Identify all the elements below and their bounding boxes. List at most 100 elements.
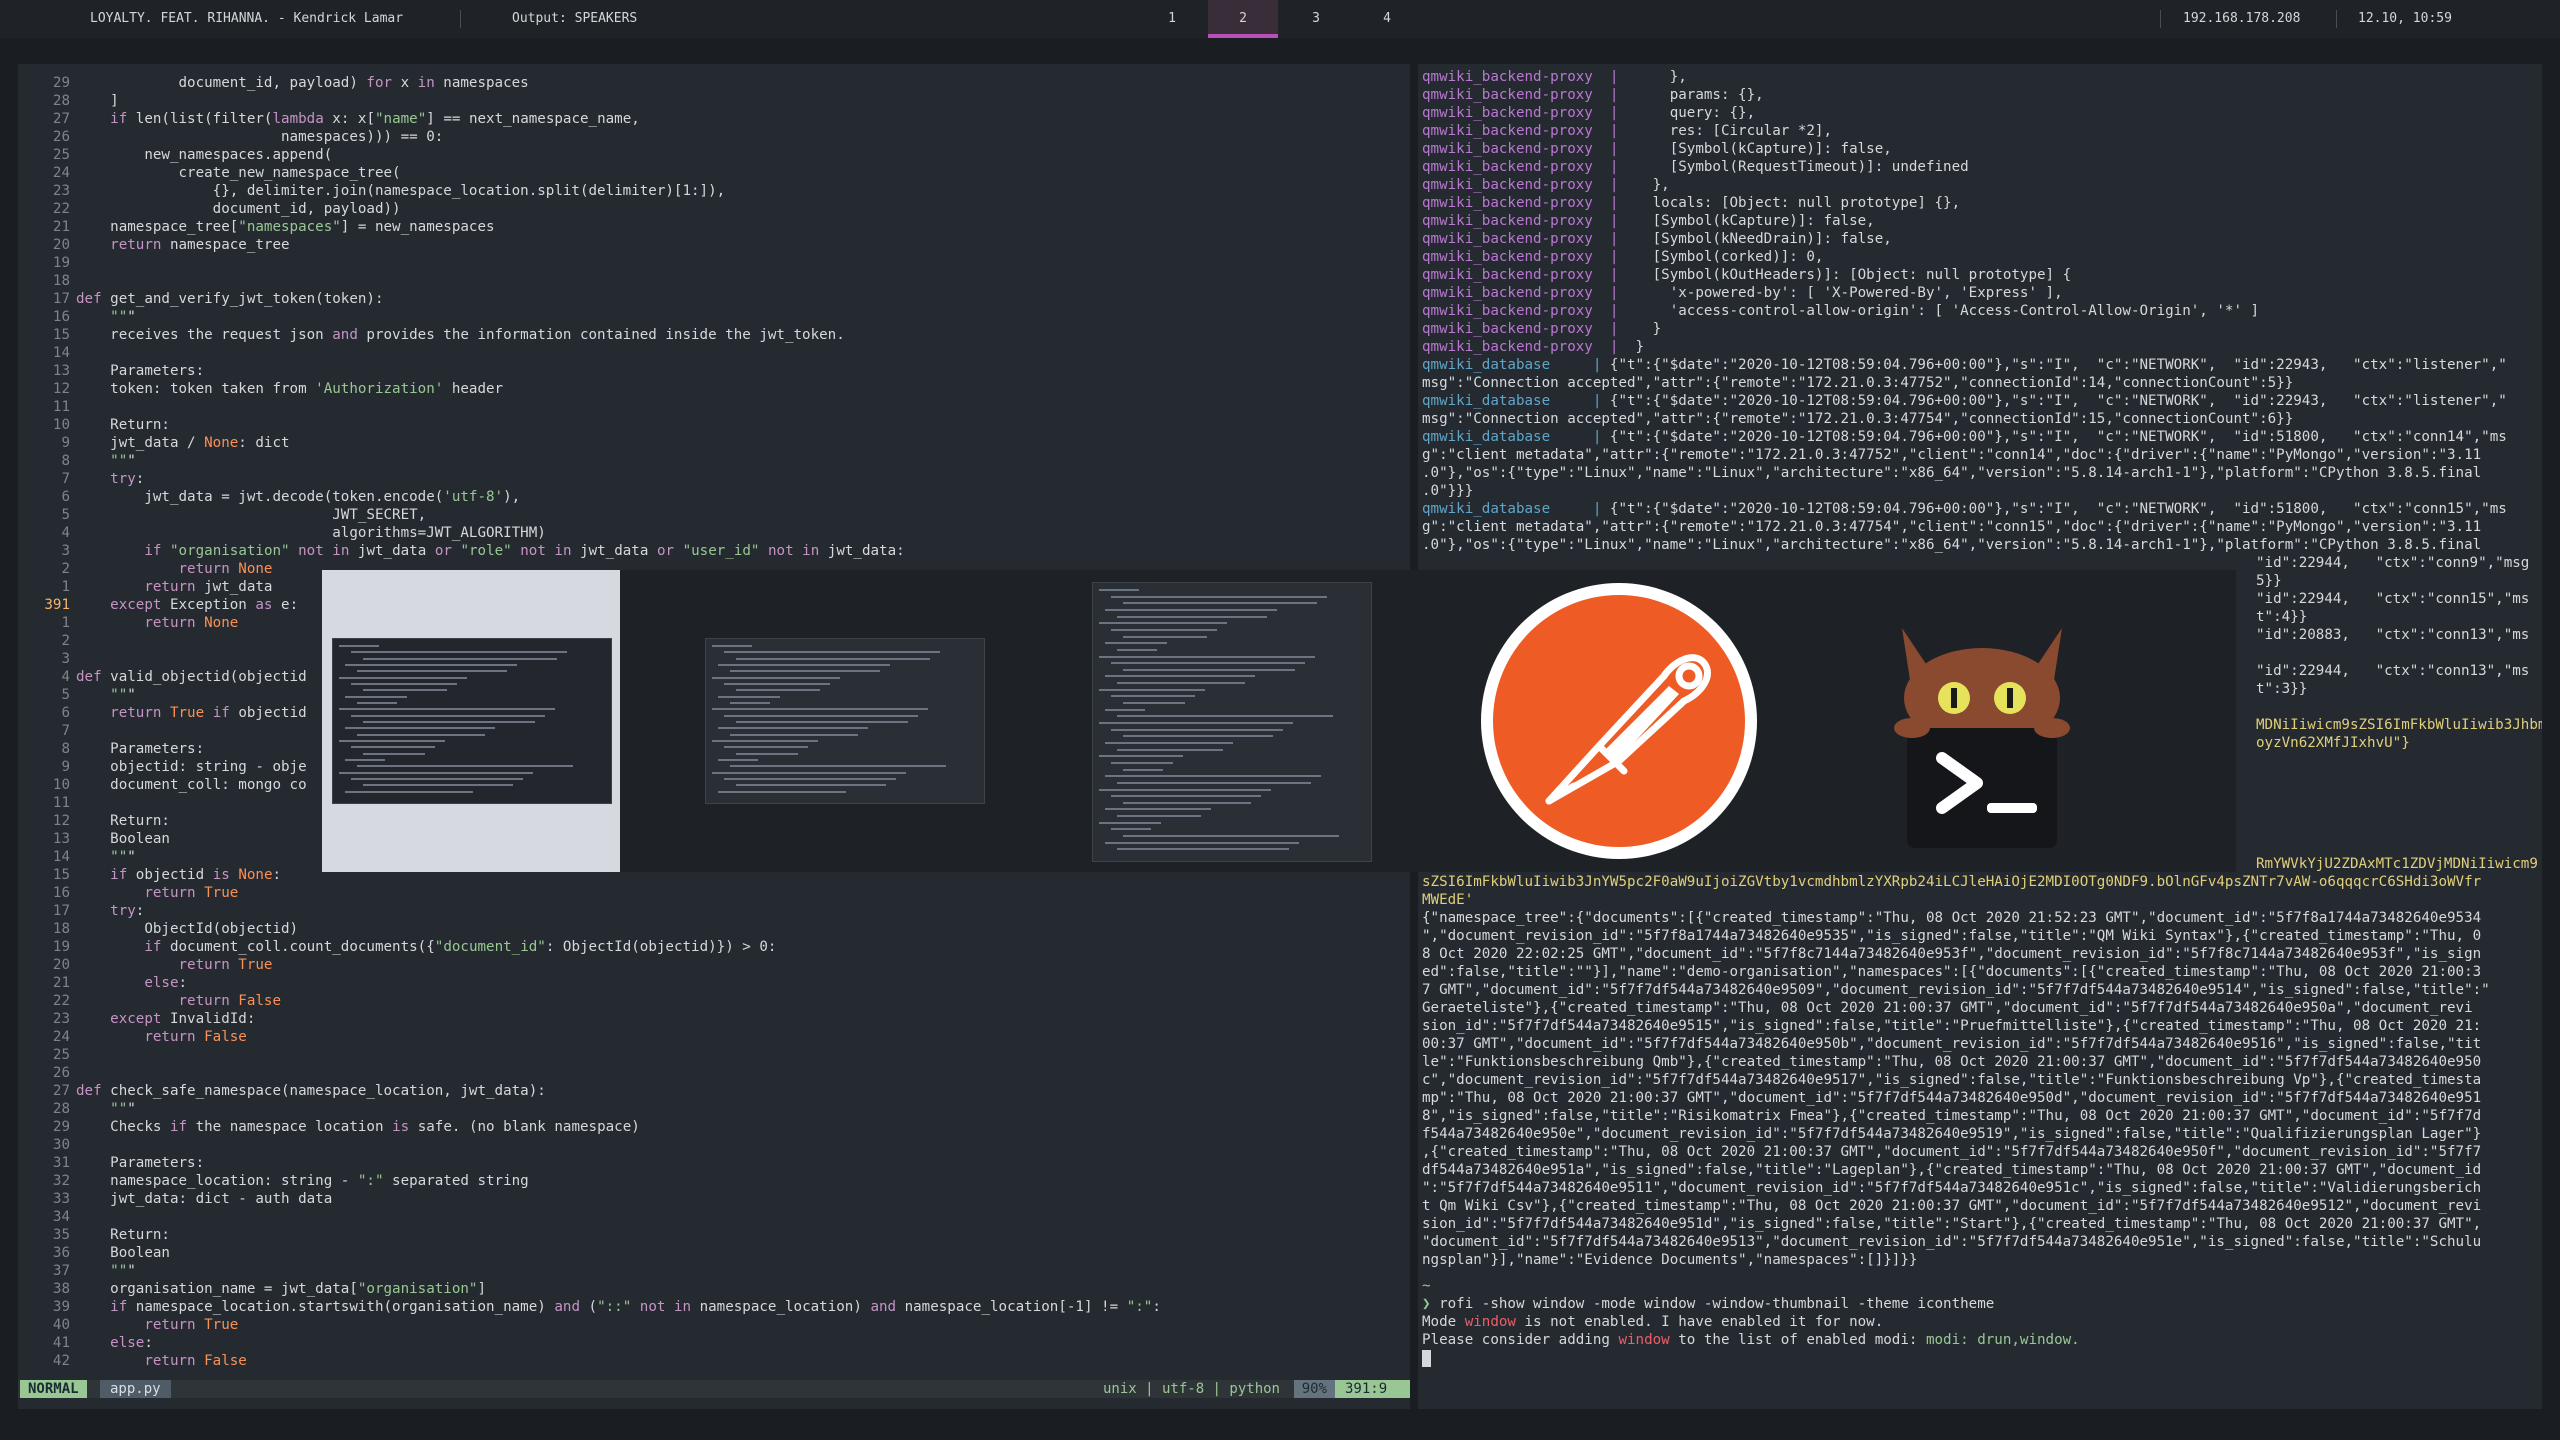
line-number: 34 (52, 1209, 70, 1225)
workspace-1[interactable]: 1 (1137, 0, 1207, 38)
thumbnail-text-line (736, 784, 886, 787)
line-number: 22 (52, 201, 70, 217)
workspace-4[interactable]: 4 (1352, 0, 1422, 38)
line-number: 4 (61, 669, 70, 685)
code-text: ObjectId(objectid) (76, 921, 299, 937)
terminal-line: le":"Funktionsbeschreibung Qmb"},{"creat… (1422, 1054, 2482, 1070)
window-thumbnail-selected[interactable] (322, 570, 620, 872)
thumbnail-text-line (730, 670, 880, 673)
code-text: document_id, payload)) (76, 201, 401, 217)
workspace-3[interactable]: 3 (1281, 0, 1351, 38)
vim-fileinfo: unix | utf-8 | python (1102, 1381, 1280, 1397)
terminal-line: mp":"Thu, 08 Oct 2020 21:00:37 GMT","doc… (1422, 1090, 2482, 1106)
terminal-line: "id":22944, "ctx":"conn13","ms (2256, 663, 2530, 679)
code-text: """ (110, 309, 136, 325)
line-number: 42 (52, 1353, 70, 1369)
now-playing: LOYALTY. FEAT. RIHANNA. - Kendrick Lamar (90, 11, 404, 26)
vim-mode: NORMAL (20, 1380, 87, 1398)
terminal-line: RmYWVkYjU2ZDAxMTc1ZDVjMDNiIiwicm9 (2256, 856, 2538, 872)
thumbnail-text-line (1117, 648, 1157, 651)
line-number: 25 (52, 147, 70, 163)
workspace-2[interactable]: 2 (1208, 0, 1278, 38)
terminal-line: sZSI6ImFkbWluIiwib3JnYW5pc2F0aW9uIjoiZGV… (1422, 874, 2482, 890)
thumbnail-text-line (1099, 688, 1205, 691)
thumbnail-text-line (1105, 841, 1299, 844)
thumbnail-text-line (736, 721, 908, 723)
window-thumbnail[interactable] (705, 570, 1003, 872)
line-number: 3 (61, 543, 70, 559)
bar-separator (460, 10, 461, 28)
thumbnail-text-line (357, 702, 397, 704)
terminal-line: qmwiki_backend-proxy | [Symbol(kCapture)… (1422, 213, 1875, 229)
thumbnail-text-line (736, 752, 798, 755)
line-number: 18 (52, 273, 70, 289)
line-number: 24 (52, 1029, 70, 1045)
thumbnail-text-line (1099, 821, 1161, 824)
terminal-prompt: ❯ rofi -show window -mode window -window… (1422, 1296, 1995, 1312)
thumbnail-text-line (363, 657, 557, 660)
thumbnail-text-line (1111, 595, 1327, 598)
line-number: 20 (52, 237, 70, 253)
line-number: 27 (52, 1083, 70, 1099)
terminal-line: qmwiki_backend-proxy | [Symbol(kOutHeade… (1422, 267, 2072, 283)
terminal-line: qmwiki_database | {"t":{"$date":"2020-10… (1422, 501, 2507, 517)
code-text: ] (76, 93, 119, 109)
thumbnail-text-line (724, 683, 830, 685)
terminal-line: sion_id":"5f7f7df544a73482640e951d","is_… (1422, 1216, 2482, 1232)
code-text: return jwt_data (144, 579, 273, 595)
line-number: 17 (52, 903, 70, 919)
line-number: 6 (61, 705, 70, 721)
line-number: 13 (52, 831, 70, 847)
thumbnail-preview (1092, 582, 1372, 862)
thumbnail-text-line (339, 771, 533, 774)
terminal-line: t":4}} (2256, 609, 2308, 625)
thumbnail-text-line (351, 746, 435, 749)
thumbnail-text-line (363, 689, 447, 692)
line-number: 391 (44, 597, 70, 613)
line-number: 18 (52, 921, 70, 937)
window-thumbnail[interactable] (1092, 570, 1390, 872)
audio-output: Output: SPEAKERS (512, 11, 638, 26)
line-number: 2 (61, 561, 70, 577)
thumbnail-text-line (724, 746, 808, 749)
code-text: else: (144, 975, 188, 991)
line-number: 23 (52, 183, 70, 199)
code-text: Parameters: (76, 1155, 205, 1171)
terminal-line: ngsplan"}],"name":"Evidence Documents","… (1422, 1252, 1918, 1268)
line-number: 19 (52, 939, 70, 955)
line-number: 41 (52, 1335, 70, 1351)
code-text: return False (178, 993, 282, 1009)
line-number: 29 (52, 75, 70, 91)
code-text: return True if objectid (110, 705, 307, 721)
thumbnail-text-line (345, 695, 407, 698)
terminal-line: t":3}} (2256, 681, 2308, 697)
code-text: if objectid is None: (110, 867, 282, 883)
terminal-line: qmwiki_backend-proxy | } (1422, 321, 1662, 337)
code-text: algorithms=JWT_ALGORITHM) (76, 525, 546, 541)
terminal-line: ,{"created_timestamp":"Thu, 08 Oct 2020 … (1422, 1144, 2482, 1160)
code-text: """ (110, 453, 136, 469)
thumbnail-text-line (1111, 695, 1195, 698)
thumbnail-text-line (345, 790, 473, 793)
terminal-line: 7 GMT","document_id":"5f7f7df544a7348264… (1422, 982, 2490, 998)
code-text: return None (178, 561, 273, 577)
postman-icon[interactable] (1479, 581, 1759, 861)
line-number: 16 (52, 885, 70, 901)
thumbnail-text-line (718, 790, 846, 793)
bar-separator (2336, 10, 2337, 28)
line-number: 25 (52, 1047, 70, 1063)
thumbnail-text-line (724, 778, 896, 780)
rofi-window-switcher[interactable] (322, 570, 2236, 872)
code-text: jwt_data / None: dict (76, 435, 290, 451)
thumbnail-text-line (718, 727, 868, 730)
code-text: receives the request json and provides t… (76, 327, 845, 343)
vim-filename: app.py (100, 1380, 171, 1398)
code-text: except Exception as e: (110, 597, 299, 613)
thumbnail-text-line (1099, 788, 1271, 791)
terminal-cat-icon[interactable] (1862, 598, 2102, 854)
thumbnail-text-line (1111, 728, 1283, 731)
line-number: 5 (61, 687, 70, 703)
terminal-line: qmwiki_database | {"t":{"$date":"2020-10… (1422, 393, 2507, 409)
terminal-line: qmwiki_backend-proxy | params: {}, (1422, 87, 1764, 103)
line-number: 35 (52, 1227, 70, 1243)
